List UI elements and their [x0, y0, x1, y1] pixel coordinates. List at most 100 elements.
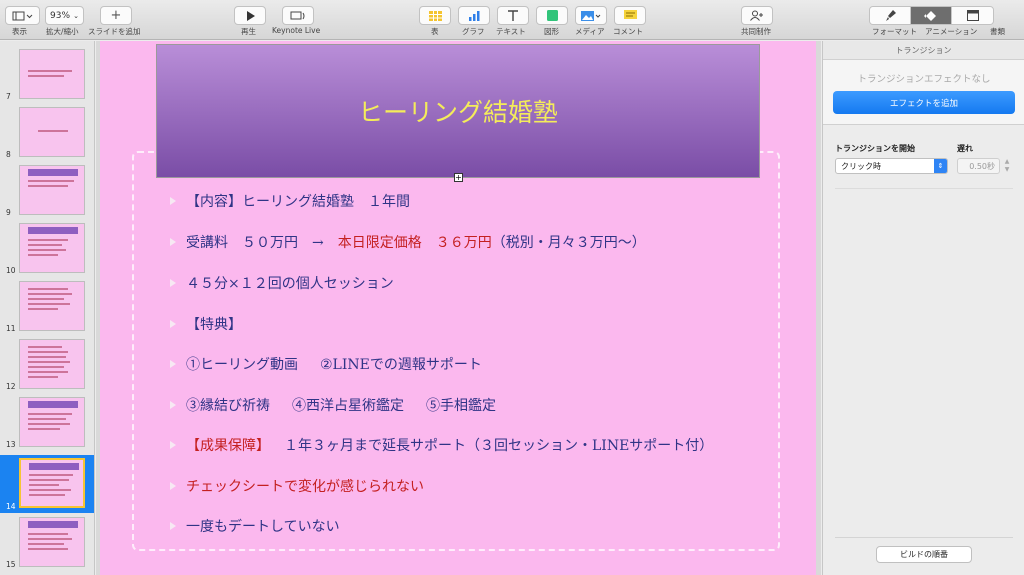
start-transition-label: トランジションを開始: [835, 144, 915, 153]
bullet-guarantee[interactable]: 【成果保障】 １年３ヶ月まで延長サポート（３回セッション・LINEサポート付）: [170, 435, 713, 455]
animate-tab[interactable]: [911, 7, 952, 24]
slide-canvas: ヒーリング結婚塾 + 【内容】ヒーリング結婚塾 １年間 受講料 ５０万円 → 本…: [96, 41, 821, 575]
bullet-content[interactable]: 【内容】ヒーリング結婚塾 １年間: [170, 191, 410, 211]
thumbnail-preview: [19, 107, 85, 157]
delay-stepper[interactable]: ▲ ▼: [1003, 158, 1011, 174]
slide-thumbnail-8[interactable]: 8: [0, 105, 94, 161]
slide-number: 10: [6, 266, 16, 275]
selection-handle[interactable]: +: [454, 173, 463, 182]
add-effect-button[interactable]: エフェクトを追加: [833, 91, 1015, 114]
document-label: 書類: [990, 27, 1005, 36]
bullet-arrow-icon: [170, 482, 176, 490]
chart-button[interactable]: [458, 6, 490, 25]
shape-icon: [546, 10, 558, 21]
bullet-text: 一度もデートしていない: [186, 519, 340, 535]
inspector-tabs: [869, 6, 994, 25]
slide-thumbnail-7[interactable]: 7: [0, 47, 94, 103]
shape-button[interactable]: [536, 6, 568, 25]
slide-navigator: 7 8 9 10 11 12 13 14 15: [0, 41, 95, 575]
view-button[interactable]: [5, 6, 40, 25]
document-icon: [966, 10, 979, 21]
bullet-sessions[interactable]: ４５分×１２回の個人セッション: [170, 273, 394, 293]
keynote-live-label: Keynote Live: [272, 26, 321, 35]
keynote-live-button[interactable]: [282, 6, 314, 25]
table-icon: [428, 10, 442, 21]
bullet-arrow-icon: [170, 522, 176, 530]
play-button[interactable]: [234, 6, 266, 25]
inspector-header: トランジション: [823, 41, 1024, 60]
format-label: フォーマット: [872, 27, 917, 36]
bullet-text: ①ヒーリング動画: [186, 357, 298, 373]
title-box[interactable]: ヒーリング結婚塾: [156, 44, 760, 178]
divider: [835, 188, 1013, 189]
bullet-condition-2[interactable]: 一度もデートしていない: [170, 516, 340, 536]
add-slide-button[interactable]: +: [100, 6, 132, 25]
slide-thumbnail-10[interactable]: 10: [0, 221, 94, 277]
slide-thumbnail-13[interactable]: 13: [0, 395, 94, 451]
bullet-text: ②LINEでの週報サポート: [320, 357, 482, 373]
delay-value: 0.50秒: [969, 161, 995, 171]
play-icon: [246, 10, 255, 21]
table-button[interactable]: [419, 6, 451, 25]
keynote-live-icon: [290, 11, 305, 19]
comment-button[interactable]: [614, 6, 646, 25]
bullet-text-emphasis: 【成果保障】: [186, 438, 270, 454]
slide-number: 15: [6, 560, 16, 569]
bullet-text: （税別・月々３万円〜）: [491, 235, 646, 251]
slide-thumbnail-14[interactable]: 14: [0, 455, 94, 513]
text-button[interactable]: [497, 6, 529, 25]
bullet-bonus-heading[interactable]: 【特典】: [170, 314, 242, 334]
delay-label: 遅れ: [957, 144, 973, 153]
bullet-text: ４５分×１２回の個人セッション: [186, 276, 394, 292]
media-button[interactable]: [575, 6, 607, 25]
slide-thumbnail-9[interactable]: 9: [0, 163, 94, 219]
bullet-text: 【内容】ヒーリング結婚塾 １年間: [186, 194, 410, 210]
bullet-price[interactable]: 受講料 ５０万円 → 本日限定価格 ３６万円 （税別・月々３万円〜）: [170, 232, 646, 252]
add-slide-label: スライドを追加: [88, 27, 141, 36]
slide-number: 14: [6, 502, 16, 511]
shape-label: 図形: [544, 27, 559, 36]
bullet-bonus-1[interactable]: ①ヒーリング動画 ②LINEでの週報サポート: [170, 354, 482, 374]
text-label: テキスト: [496, 27, 526, 36]
thumbnail-preview: [19, 223, 85, 273]
view-label: 表示: [12, 27, 27, 36]
bullet-text: １年３ヶ月まで延長サポート（３回セッション・LINEサポート付）: [270, 438, 714, 454]
animate-label: アニメーション: [925, 27, 978, 36]
bullet-text: ③縁結び祈祷: [186, 398, 270, 414]
thumbnail-preview: [19, 165, 85, 215]
toolbar: 表示 93% ⌄ 拡大/縮小 + スライドを追加 再生 Keynote Live…: [0, 0, 1024, 40]
bullet-condition-1[interactable]: チェックシートで変化が感じられない: [170, 476, 424, 496]
bullet-text: チェックシートで変化が感じられない: [186, 479, 424, 495]
slide-thumbnail-15[interactable]: 15: [0, 515, 94, 571]
bullet-bonus-2[interactable]: ③縁結び祈祷 ④西洋占星術鑑定 ⑤手相鑑定: [170, 395, 496, 415]
current-slide[interactable]: ヒーリング結婚塾 + 【内容】ヒーリング結婚塾 １年間 受講料 ５０万円 → 本…: [100, 41, 816, 575]
divider: [835, 537, 1013, 538]
paintbrush-icon: [885, 10, 896, 21]
start-transition-value: クリック時: [841, 161, 881, 171]
format-tab[interactable]: [870, 7, 911, 24]
document-tab[interactable]: [952, 7, 993, 24]
media-icon: [581, 10, 601, 21]
collaborate-icon: [750, 10, 763, 21]
sidebar-icon: [12, 11, 32, 20]
bullet-arrow-icon: [170, 238, 176, 246]
bullet-text: 受講料 ５０万円 →: [186, 235, 338, 251]
collaborate-button[interactable]: [741, 6, 773, 25]
build-order-button[interactable]: ビルドの順番: [876, 546, 972, 563]
no-effect-text: トランジションエフェクトなし: [857, 74, 991, 85]
start-transition-select[interactable]: クリック時 ⇕: [835, 158, 948, 174]
thumbnail-preview: [19, 458, 85, 508]
slide-thumbnail-11[interactable]: 11: [0, 279, 94, 335]
zoom-label: 拡大/縮小: [46, 27, 79, 36]
collaborate-label: 共同制作: [741, 27, 771, 36]
delay-field[interactable]: 0.50秒: [957, 158, 1000, 174]
slide-number: 13: [6, 440, 16, 449]
comment-label: コメント: [613, 27, 643, 36]
slide-number: 11: [6, 324, 16, 333]
thumbnail-preview: [19, 339, 85, 389]
slide-thumbnail-12[interactable]: 12: [0, 337, 94, 393]
chart-icon: [468, 10, 479, 21]
media-label: メディア: [575, 27, 605, 36]
bullet-arrow-icon: [170, 320, 176, 328]
zoom-select[interactable]: 93% ⌄: [45, 6, 84, 25]
